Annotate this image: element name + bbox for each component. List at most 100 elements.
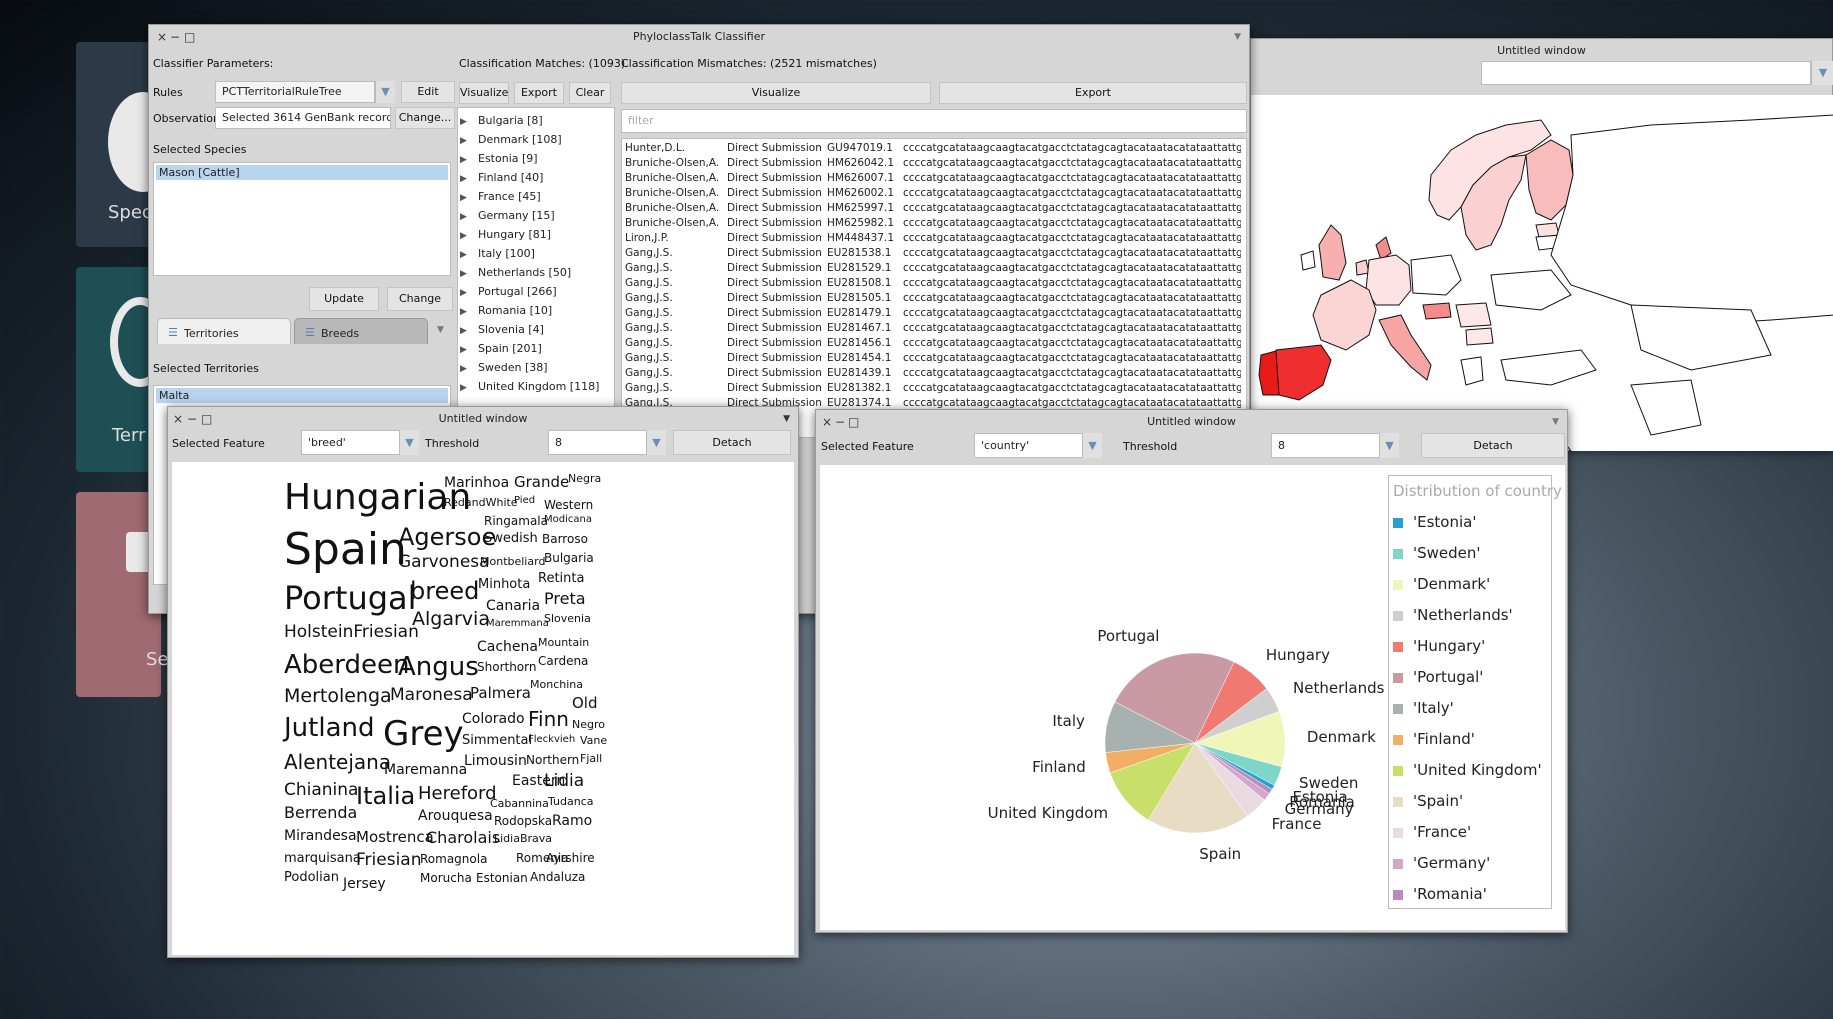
change-button[interactable]: Change — [387, 287, 453, 311]
legend-item[interactable]: 'France' — [1389, 817, 1551, 848]
word-cloud-word[interactable]: Morucha — [420, 872, 472, 884]
table-row[interactable]: Bruniche-Olsen,A. Direct Submission HM6260… — [625, 171, 1246, 186]
legend-item[interactable]: 'Estonia' — [1389, 507, 1551, 538]
chevron-down-icon[interactable]: ▼ — [1082, 433, 1102, 458]
word-cloud-word[interactable]: Slovenia — [544, 613, 591, 624]
match-tree-item[interactable]: ▶ Hungary [81] — [458, 225, 614, 244]
word-cloud-word[interactable]: Maremmana — [486, 619, 549, 629]
legend-item[interactable]: 'Sweden' — [1389, 538, 1551, 569]
word-cloud-word[interactable]: Charolais — [426, 830, 500, 846]
word-cloud-word[interactable]: Romagnola — [420, 853, 487, 865]
visualize-matches-button[interactable]: Visualize — [459, 82, 509, 104]
feature-dropdown[interactable]: 'breed' — [301, 430, 401, 455]
legend-item[interactable]: 'Romania' — [1389, 879, 1551, 910]
word-cloud-word[interactable]: Chianina — [284, 782, 358, 799]
word-cloud-word[interactable]: Western — [544, 499, 593, 511]
legend-item[interactable]: 'Italy' — [1389, 693, 1551, 724]
europe-map[interactable] — [1251, 95, 1833, 451]
tab-territories[interactable]: ☰ Territories — [157, 318, 291, 344]
legend-item[interactable]: 'Denmark' — [1389, 569, 1551, 600]
word-cloud-word[interactable]: Berrenda — [284, 805, 357, 821]
legend-item[interactable]: 'Germany' — [1389, 848, 1551, 879]
word-cloud-word[interactable]: Montbeliard — [480, 556, 545, 567]
word-cloud-word[interactable]: Maremanna — [384, 763, 467, 777]
word-cloud-word[interactable]: Mirandesa — [284, 829, 357, 843]
chevron-down-icon[interactable]: ▼ — [399, 430, 419, 455]
mismatches-table[interactable]: Hunter,D.L. Direct Submission GU947019.1 cc… — [621, 138, 1247, 438]
word-cloud-word[interactable]: Finn — [528, 709, 569, 729]
word-cloud-word[interactable]: Cachena — [477, 640, 538, 654]
word-cloud-word[interactable]: Cardena — [538, 655, 588, 667]
match-tree-item[interactable]: ▶ Sweden [38] — [458, 358, 614, 377]
update-button[interactable]: Update — [309, 287, 379, 311]
table-row[interactable]: Bruniche-Olsen,A. Direct Submission HM6259… — [625, 216, 1246, 231]
word-cloud-word[interactable]: Preta — [544, 591, 586, 607]
minimize-icon[interactable]: − — [835, 410, 845, 434]
word-cloud-word[interactable]: Lidia — [544, 773, 584, 790]
table-row[interactable]: Gang,J.S. Direct Submission EU281454.1 cccc… — [625, 351, 1246, 366]
species-list-item[interactable]: Mason [Cattle] — [156, 165, 448, 180]
word-cloud-word[interactable]: Simmental — [462, 734, 532, 747]
word-cloud-word[interactable]: Fleckvieh — [528, 735, 575, 745]
word-cloud-word[interactable]: Monchina — [530, 679, 583, 690]
chevron-down-icon[interactable]: ▼ — [1379, 433, 1399, 458]
word-cloud-word[interactable]: Angus — [398, 654, 479, 680]
word-cloud-word[interactable]: Friesian — [356, 852, 422, 869]
match-tree-item[interactable]: ▶ Italy [100] — [458, 244, 614, 263]
word-cloud-word[interactable]: Andaluza — [530, 871, 585, 883]
table-row[interactable]: Liron,J.P. Direct Submission HM448437.1 ccc… — [625, 231, 1246, 246]
word-cloud-word[interactable]: Old — [572, 696, 598, 711]
table-row[interactable]: Bruniche-Olsen,A. Direct Submission HM6259… — [625, 201, 1246, 216]
minimize-icon[interactable]: − — [170, 25, 180, 49]
word-cloud-word[interactable]: Portugal — [284, 582, 417, 614]
word-cloud-word[interactable]: Garvonesa — [398, 554, 490, 571]
table-row[interactable]: Gang,J.S. Direct Submission EU281439.1 cccc… — [625, 366, 1246, 381]
word-cloud-word[interactable]: Arouquesa — [418, 809, 493, 823]
word-cloud-word[interactable]: Mountain — [538, 637, 589, 648]
word-cloud-word[interactable]: Cabannina — [490, 798, 549, 809]
word-cloud-word[interactable]: breed — [410, 579, 479, 603]
match-tree-item[interactable]: ▶ Netherlands [50] — [458, 263, 614, 282]
detach-button[interactable]: Detach — [1421, 433, 1565, 458]
visualize-mismatches-button[interactable]: Visualize — [621, 82, 931, 104]
match-tree-item[interactable]: ▶ Finland [40] — [458, 168, 614, 187]
territory-list-item[interactable]: Malta — [156, 388, 448, 403]
tab-menu-icon[interactable]: ▼ — [437, 318, 444, 342]
map-dropdown[interactable] — [1481, 61, 1811, 85]
table-row[interactable]: Gang,J.S. Direct Submission EU281456.1 cccc… — [625, 336, 1246, 351]
table-row[interactable]: Gang,J.S. Direct Submission EU281529.1 cccc… — [625, 261, 1246, 276]
table-row[interactable]: Gang,J.S. Direct Submission EU281505.1 cccc… — [625, 291, 1246, 306]
word-cloud-word[interactable]: Jersey — [343, 877, 386, 891]
word-cloud-word[interactable]: Hereford — [418, 785, 497, 803]
word-cloud-word[interactable]: Fjall — [580, 753, 602, 764]
edit-rules-button[interactable]: Edit — [401, 81, 455, 103]
match-tree-item[interactable]: ▶ France [45] — [458, 187, 614, 206]
match-tree-item[interactable]: ▶ Portugal [266] — [458, 282, 614, 301]
match-tree-item[interactable]: ▶ Denmark [108] — [458, 130, 614, 149]
chevron-down-icon[interactable]: ▼ — [1811, 61, 1833, 85]
word-cloud-word[interactable]: Negra — [568, 473, 601, 484]
word-cloud-word[interactable]: Spain — [284, 528, 407, 572]
word-cloud-word[interactable]: Barroso — [542, 533, 588, 545]
word-cloud-word[interactable]: Ramo — [552, 814, 592, 828]
chevron-down-icon[interactable]: ▼ — [646, 430, 666, 455]
filter-input[interactable]: filter — [621, 109, 1247, 133]
maximize-icon[interactable]: □ — [848, 410, 859, 434]
word-cloud-word[interactable]: Rodopska — [494, 815, 552, 827]
word-cloud-word[interactable]: Ayrshire — [546, 852, 595, 864]
word-cloud-word[interactable]: Aberdeen — [284, 652, 410, 678]
word-cloud-word[interactable]: LidiaBrava — [494, 833, 552, 844]
table-row[interactable]: Gang,J.S. Direct Submission EU281479.1 cccc… — [625, 306, 1246, 321]
word-cloud-word[interactable]: Pied — [514, 496, 535, 506]
word-cloud-word[interactable]: Northern — [526, 754, 579, 766]
word-cloud-word[interactable]: Maronesa — [390, 687, 473, 704]
match-tree-item[interactable]: ▶ Germany [15] — [458, 206, 614, 225]
threshold-dropdown[interactable]: 8 — [548, 430, 648, 455]
match-tree-item[interactable]: ▶ Estonia [9] — [458, 149, 614, 168]
word-cloud-word[interactable]: Colorado — [462, 712, 525, 726]
word-cloud-word[interactable]: Mostrenca — [356, 830, 434, 845]
export-mismatches-button[interactable]: Export — [939, 82, 1247, 104]
table-row[interactable]: Gang,J.S. Direct Submission EU281382.1 cccc… — [625, 381, 1246, 396]
word-cloud-word[interactable]: Mertolenga — [284, 687, 392, 706]
word-cloud-word[interactable]: Estonian — [476, 872, 528, 884]
